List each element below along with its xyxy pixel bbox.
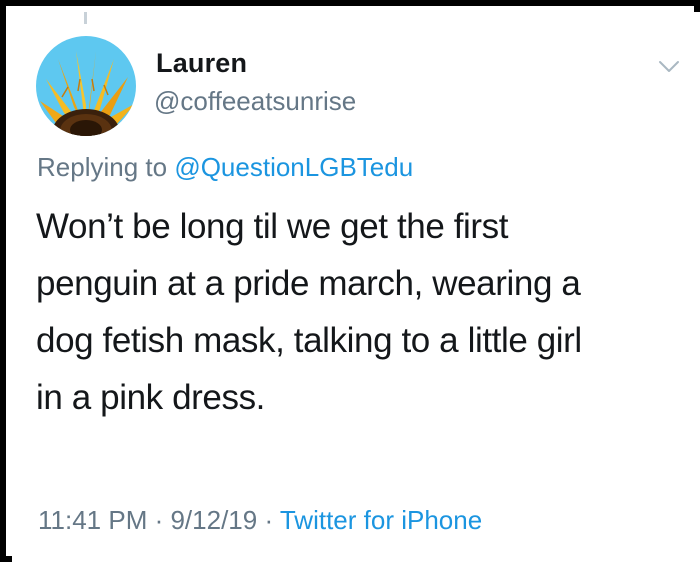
screenshot-frame: Lauren @coffeeatsunrise Replying to @Que…: [0, 0, 700, 562]
replying-to: Replying to @QuestionLGBTedu: [37, 152, 413, 183]
tweet-text-line: in a pink dress.: [36, 378, 265, 417]
meta-separator: ·: [147, 505, 171, 535]
tweet-source-link[interactable]: Twitter for iPhone: [280, 505, 482, 535]
display-name[interactable]: Lauren: [156, 48, 247, 79]
sunflower-avatar-image: [36, 36, 136, 136]
tweet-time: 11:41 PM: [38, 505, 148, 535]
chevron-down-icon[interactable]: [658, 60, 680, 74]
tweet-date: 9/12/19: [170, 505, 258, 535]
tweet-text-line: Won’t be long til we get the first: [36, 207, 509, 246]
replying-to-label: Replying to: [37, 152, 175, 182]
meta-separator: ·: [257, 505, 280, 535]
tweet-card: Lauren @coffeeatsunrise Replying to @Que…: [12, 12, 700, 562]
reply-mention-link[interactable]: @QuestionLGBTedu: [174, 152, 413, 182]
thread-line: [84, 12, 87, 24]
user-handle[interactable]: @coffeeatsunrise: [154, 86, 356, 117]
tweet-metadata: 11:41 PM · 9/12/19 · Twitter for iPhone: [38, 505, 482, 536]
tweet-text-line: dog fetish mask, talking to a little gir…: [36, 321, 582, 360]
avatar[interactable]: [36, 36, 136, 136]
tweet-text: Won’t be long til we get the first pengu…: [36, 198, 686, 426]
tweet-text-line: penguin at a pride march, wearing a: [36, 264, 581, 303]
